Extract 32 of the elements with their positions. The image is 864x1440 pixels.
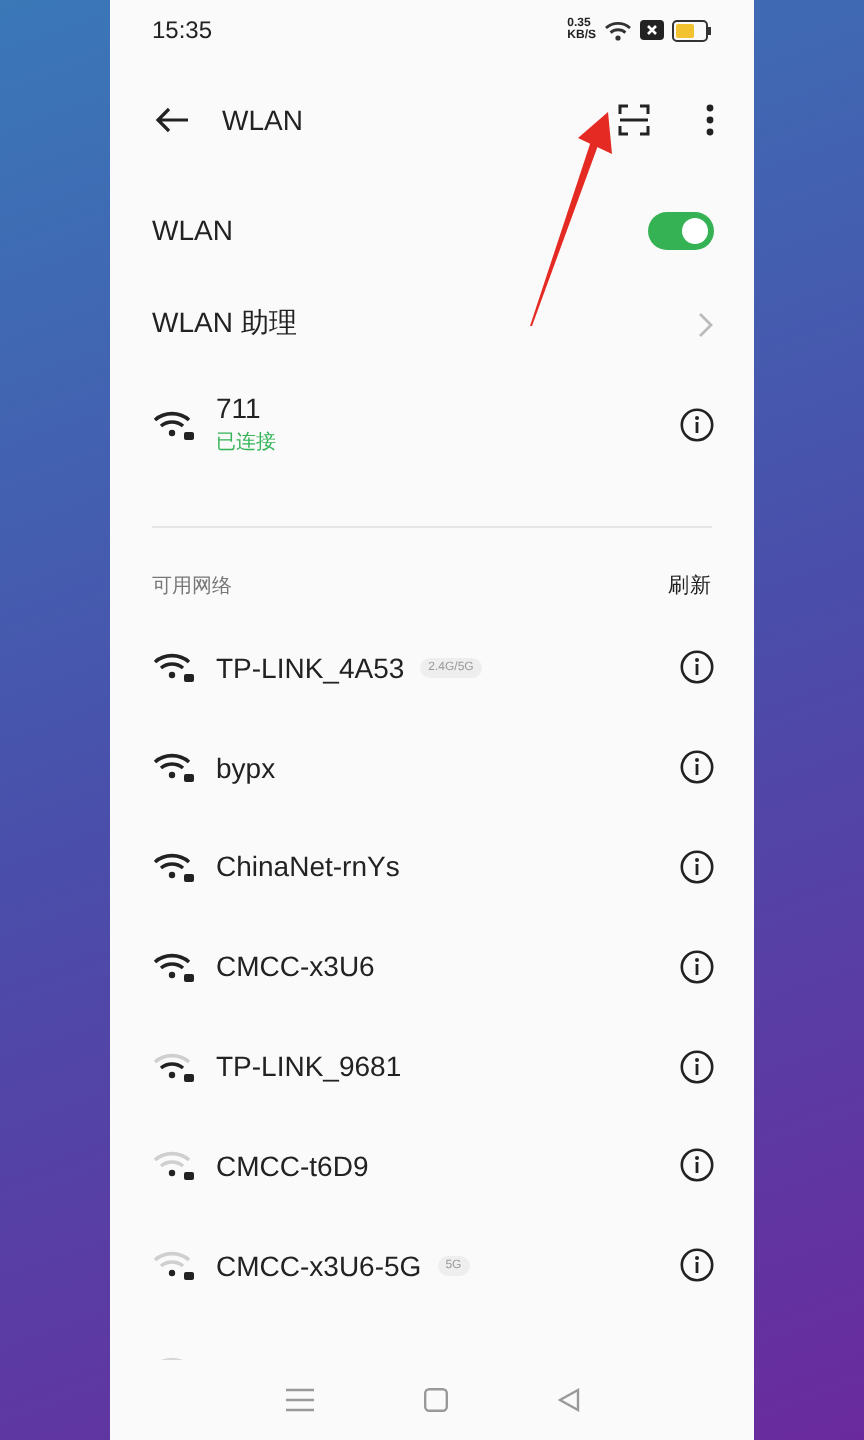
network-name: 711 <box>216 392 263 424</box>
clock-time: 15:35 <box>152 16 213 44</box>
refresh-button[interactable]: 刷新 <box>668 572 712 600</box>
battery-icon <box>672 19 712 41</box>
info-icon[interactable] <box>680 407 714 441</box>
assistant-row[interactable]: WLAN 助理 <box>110 280 754 368</box>
connection-status: 已连接 <box>216 429 278 456</box>
network-name[interactable]: CMCC-t6D9 <box>216 1149 369 1182</box>
sim-icon <box>640 20 664 40</box>
menu-icon[interactable] <box>285 1388 313 1412</box>
wifi-icon <box>604 19 632 41</box>
network-name[interactable]: TP-LINK_9681 <box>216 1050 402 1083</box>
network-name[interactable]: ChinaNet-rnYs <box>216 850 400 883</box>
info-icon[interactable] <box>680 1248 714 1283</box>
chevron-right-icon <box>698 311 714 337</box>
info-icon[interactable] <box>680 849 714 884</box>
info-icon[interactable] <box>680 750 714 785</box>
back-icon[interactable] <box>557 1388 579 1412</box>
more-icon <box>706 104 714 136</box>
info-icon[interactable] <box>680 650 714 685</box>
network-name[interactable]: CMCC-x3U6-5G <box>216 1249 422 1282</box>
section-title: 可用网络 <box>152 574 232 600</box>
wlan-toggle[interactable] <box>648 211 714 249</box>
network-name[interactable]: TP-LINK_4A53 <box>216 651 405 684</box>
page-title: WLAN <box>222 104 305 136</box>
home-icon[interactable] <box>423 1388 447 1412</box>
info-icon[interactable] <box>680 1148 714 1183</box>
network-name[interactable]: bypx <box>216 751 276 784</box>
info-icon[interactable] <box>680 1049 714 1084</box>
setting-label: WLAN <box>152 214 235 246</box>
info-icon[interactable] <box>680 949 714 984</box>
network-name[interactable]: CMCC-x3U6 <box>216 950 375 983</box>
